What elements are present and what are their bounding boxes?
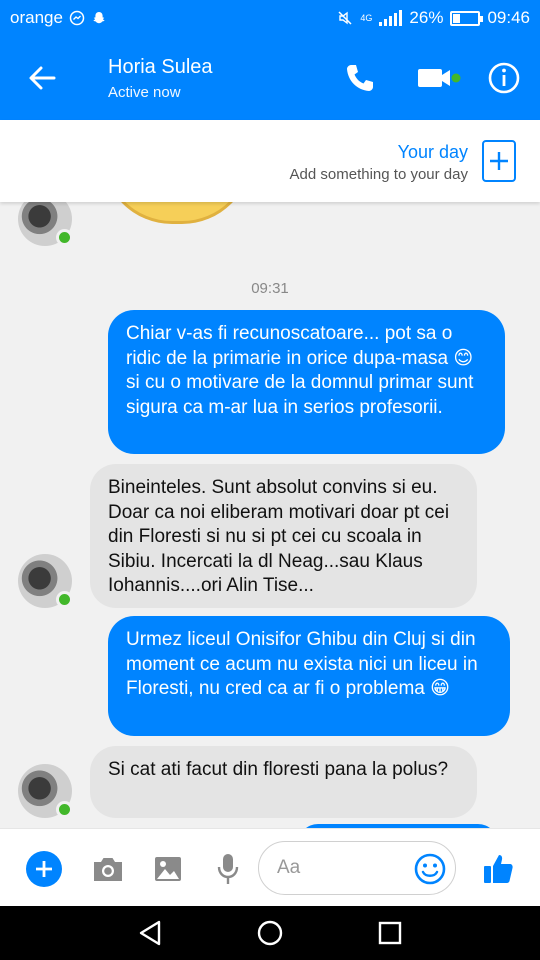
message-outgoing[interactable]: Chiar v-as fi recunoscatoare... pot sa o… <box>108 310 505 454</box>
message-incoming[interactable]: Si cat ati facut din floresti pana la po… <box>90 746 477 818</box>
timestamp: 09:31 <box>251 280 289 297</box>
snapchat-icon <box>93 12 105 24</box>
emoji-icon <box>414 853 446 885</box>
network-type: 4G <box>360 13 373 23</box>
your-day-subtitle: Add something to your day <box>289 166 468 183</box>
microphone-icon <box>217 854 239 884</box>
message-thread[interactable]: 09:31 Chiar v-as fi recunoscatoare... po… <box>0 202 540 828</box>
online-indicator <box>56 801 73 818</box>
mute-icon <box>338 11 352 25</box>
online-indicator <box>56 591 73 608</box>
message-outgoing[interactable]: Urmez liceul Onisifor Ghibu din Cluj si … <box>108 616 510 736</box>
nav-back-icon[interactable] <box>135 918 165 948</box>
android-nav-bar <box>0 906 540 960</box>
sticker-partial <box>102 202 252 224</box>
video-online-dot <box>451 73 461 83</box>
carrier-label: orange <box>10 8 63 27</box>
status-bar: orange 4G 26% 09:46 <box>0 0 540 36</box>
camera-icon <box>94 858 122 881</box>
video-camera-icon[interactable] <box>414 60 462 96</box>
conversation-header: Horia Sulea Active now <box>0 36 540 120</box>
gallery-button[interactable] <box>148 849 188 889</box>
your-day-title[interactable]: Your day <box>398 142 468 163</box>
microphone-button[interactable] <box>208 849 248 889</box>
contact-name: Horia Sulea <box>108 56 213 78</box>
plus-icon <box>490 152 508 170</box>
info-icon[interactable] <box>486 60 522 96</box>
message-composer: Aa <box>0 828 540 906</box>
battery-percent: 26% <box>409 8 444 27</box>
online-indicator <box>56 229 73 246</box>
message-incoming[interactable]: Bineinteles. Sunt absolut convins si eu.… <box>90 464 477 608</box>
message-placeholder: Aa <box>277 857 301 878</box>
avatar[interactable] <box>18 202 73 246</box>
back-arrow-icon[interactable] <box>24 60 60 96</box>
your-day-banner[interactable]: Your day Add something to your day <box>0 120 540 202</box>
like-button[interactable] <box>478 849 518 889</box>
camera-button[interactable] <box>88 849 128 889</box>
contact-status: Active now <box>108 84 181 101</box>
gallery-icon <box>155 857 181 881</box>
avatar[interactable] <box>18 554 73 608</box>
emoji-button[interactable] <box>410 849 450 889</box>
nav-recents-icon[interactable] <box>375 918 405 948</box>
messenger-icon <box>69 10 85 26</box>
nav-home-icon[interactable] <box>255 918 285 948</box>
phone-icon[interactable] <box>342 60 378 96</box>
avatar[interactable] <box>18 764 73 818</box>
more-actions-button[interactable] <box>24 849 64 889</box>
contact-info[interactable]: Horia Sulea Active now <box>108 56 213 101</box>
clock: 09:46 <box>487 8 530 27</box>
thumbs-up-icon <box>484 855 513 883</box>
signal-icon <box>379 10 403 26</box>
battery-icon <box>450 10 484 26</box>
add-to-day-button[interactable] <box>482 140 516 182</box>
plus-icon <box>36 861 52 877</box>
